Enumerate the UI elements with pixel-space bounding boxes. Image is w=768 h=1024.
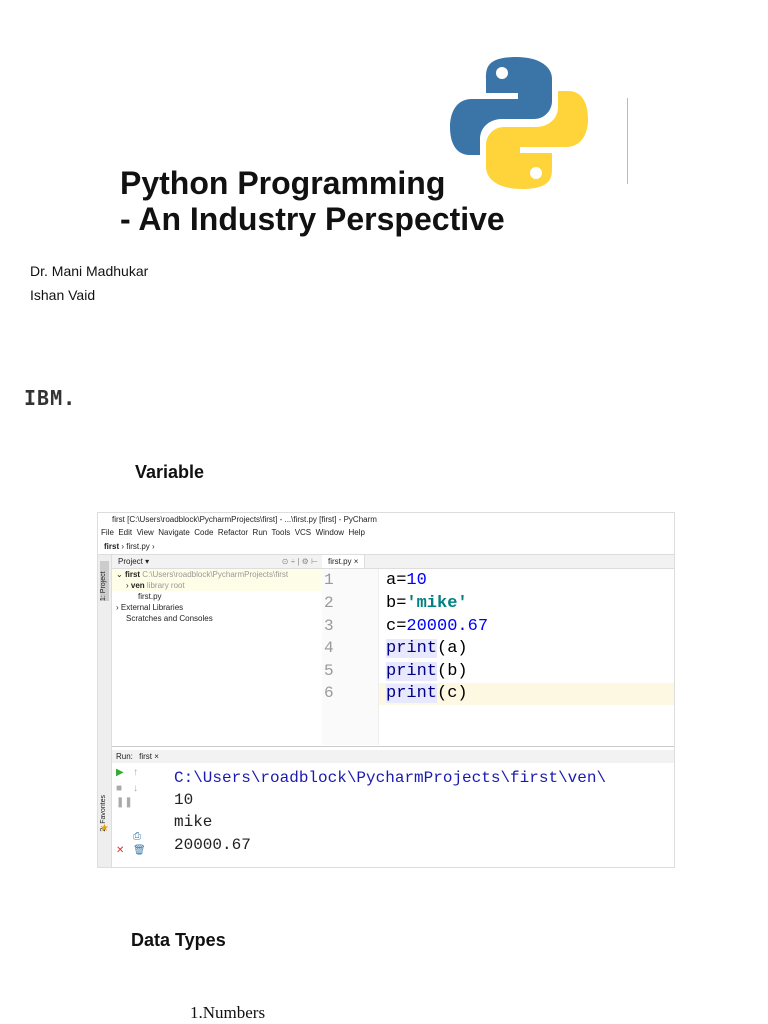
menu-item[interactable]: Refactor [218, 528, 248, 537]
tree-item[interactable]: first.py [112, 591, 322, 602]
menu-item[interactable]: Edit [118, 528, 132, 537]
console-line: 20000.67 [174, 836, 251, 854]
page-title: Python Programming - An Industry Perspect… [120, 165, 505, 237]
editor[interactable]: first.py × 1 2 3 4 5 6 a=10 b='mike' c=2… [322, 555, 674, 745]
title-line-1: Python Programming [120, 165, 446, 201]
tree-item[interactable]: › ven library root [112, 580, 322, 591]
breadcrumb: first › first.py › [98, 540, 674, 555]
divider [627, 98, 628, 184]
title-line-2: - An Industry Perspective [120, 201, 505, 237]
up-arrow-icon[interactable]: ↑ [133, 767, 138, 778]
tree-item[interactable]: ⌄ first C:\Users\roadblock\PycharmProjec… [112, 569, 322, 580]
print-icon[interactable]: ⎙ [133, 831, 141, 842]
menu-item[interactable]: Help [349, 528, 365, 537]
project-label[interactable]: Project [118, 557, 143, 566]
run-panel: Run: first × ▶ ■ ❚❚ ✕ ↑ ↓ ⎙ 🗑 C:\Users\r… [112, 746, 674, 867]
breadcrumb-item[interactable]: first.py [126, 542, 150, 551]
author: Ishan Vaid [30, 287, 96, 303]
menu-item[interactable]: Tools [272, 528, 291, 537]
line-number: 4 [324, 639, 334, 657]
line-number: 1 [324, 571, 334, 589]
tree-item[interactable]: Scratches and Consoles [112, 613, 322, 624]
code-line: b='mike' [386, 594, 468, 613]
stop-icon[interactable]: ■ [116, 783, 122, 794]
menu-item[interactable]: Code [194, 528, 213, 537]
breadcrumb-item[interactable]: first [104, 542, 119, 551]
close-icon[interactable]: ✕ [116, 845, 124, 856]
code-line: print(a) [386, 639, 468, 658]
panel-toolbar-icons[interactable]: ⊙ ÷ | ⚙ ⊢ [282, 555, 322, 568]
console-line: 10 [174, 791, 194, 809]
down-arrow-icon[interactable]: ↓ [133, 783, 138, 794]
menu-item[interactable]: File [101, 528, 114, 537]
author: Dr. Mani Madhukar [30, 263, 149, 279]
ibm-logo: IBM. [24, 386, 77, 410]
line-number: 6 [324, 684, 334, 702]
menu-item[interactable]: Run [253, 528, 268, 537]
tree-item[interactable]: › External Libraries [112, 602, 322, 613]
menu-item[interactable]: Navigate [158, 528, 190, 537]
project-panel: Project ▾ ⊙ ÷ | ⚙ ⊢ ⌄ first C:\Users\road… [112, 555, 323, 745]
code-line: a=10 [386, 571, 427, 590]
pycharm-screenshot: first [C:\Users\roadblock\PycharmProject… [97, 512, 675, 868]
line-number: 5 [324, 662, 334, 680]
menu-item[interactable]: Window [316, 528, 344, 537]
line-number: 2 [324, 594, 334, 612]
pause-icon[interactable]: ❚❚ [116, 797, 133, 808]
code-line: print(b) [386, 662, 468, 681]
run-label: Run: [116, 752, 133, 761]
play-icon[interactable]: ▶ [116, 767, 124, 778]
run-tab[interactable]: first × [135, 752, 163, 761]
window-title: first [C:\Users\roadblock\PycharmProject… [112, 515, 377, 524]
section-heading: Variable [135, 462, 205, 482]
editor-tab[interactable]: first.py × [322, 555, 366, 568]
menu-bar: File Edit View Navigate Code Refactor Ru… [98, 527, 674, 539]
star-icon: ★ [100, 823, 109, 834]
trash-icon[interactable]: 🗑 [133, 845, 146, 856]
console-line: mike [174, 813, 213, 831]
menu-item[interactable]: VCS [295, 528, 311, 537]
console-line: C:\Users\roadblock\PycharmProjects\first… [174, 769, 607, 787]
list-item: 1.Numbers [190, 1003, 266, 1022]
menu-item[interactable]: View [137, 528, 154, 537]
code-line: c=20000.67 [386, 617, 489, 636]
code-line: print(c) [386, 684, 468, 703]
section-heading: Data Types [131, 930, 226, 950]
project-side-tab[interactable]: 1: Project [100, 561, 109, 601]
line-number: 3 [324, 617, 334, 635]
